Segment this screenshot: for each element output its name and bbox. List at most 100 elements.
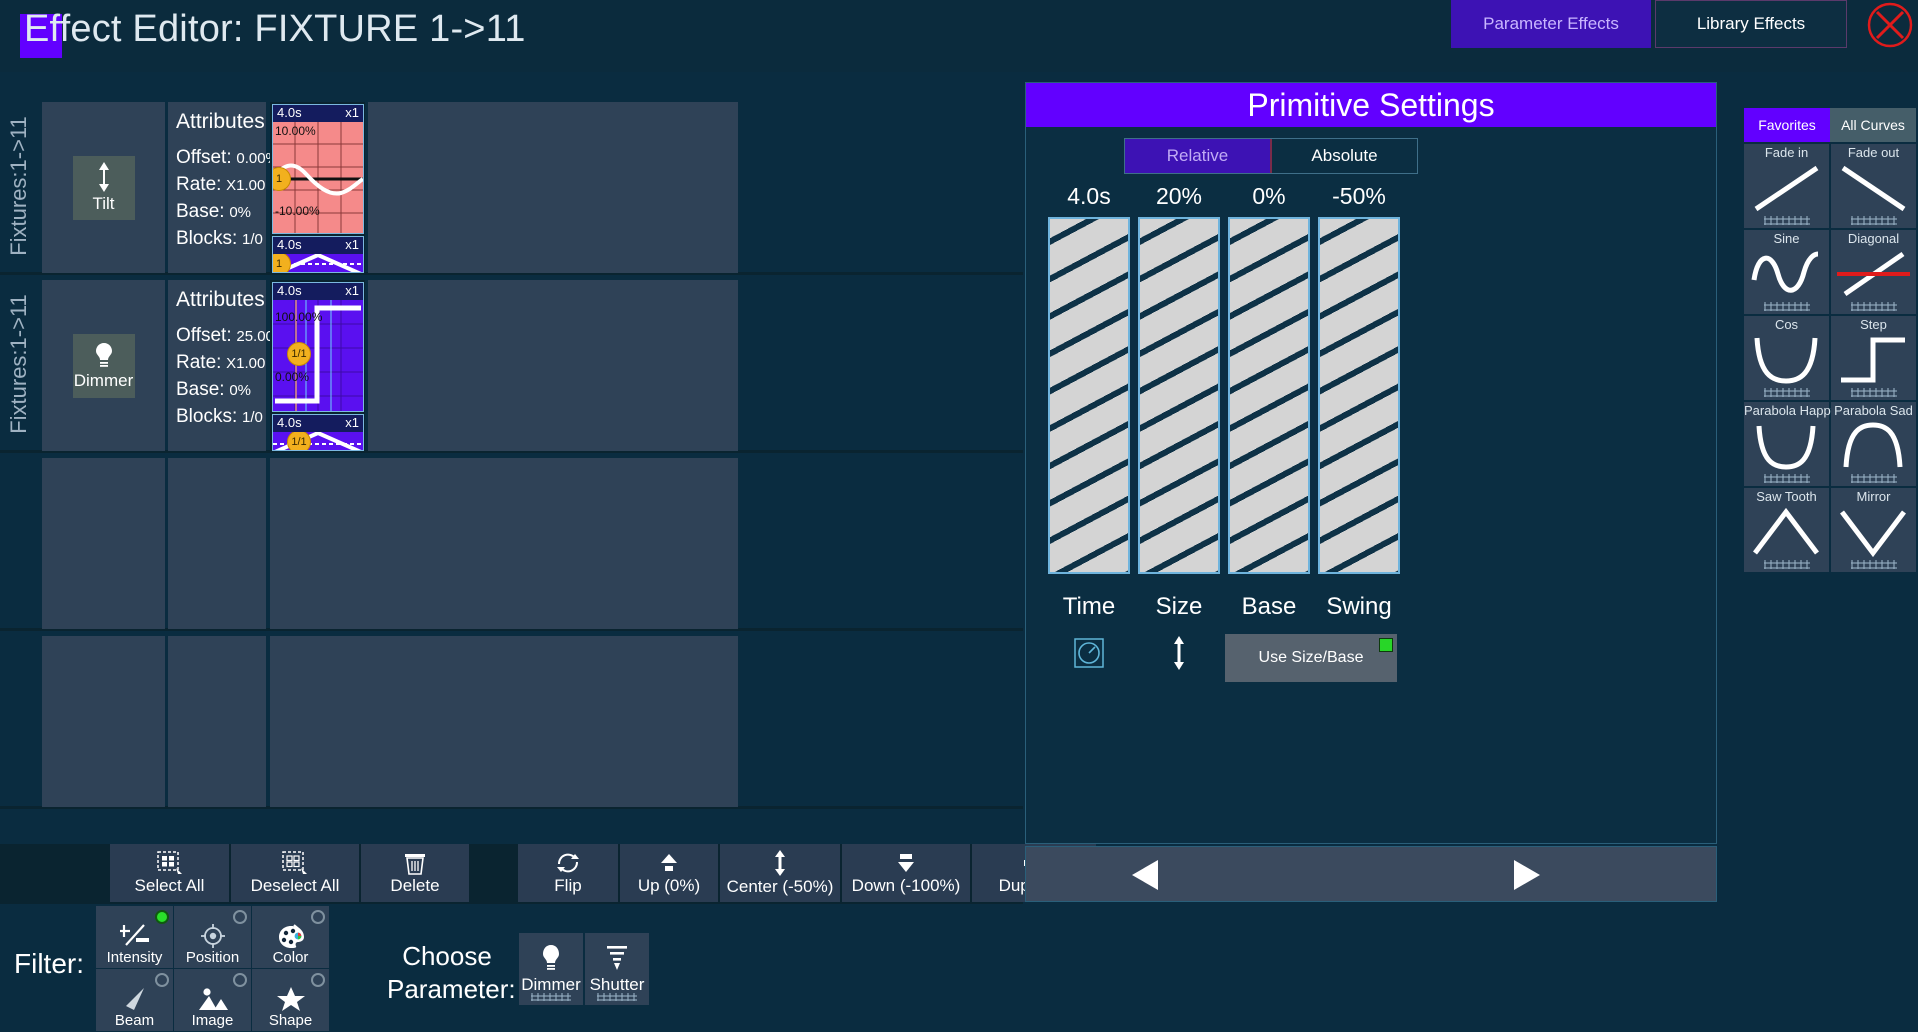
flip-button[interactable]: Flip [518,844,618,902]
select-all-button[interactable]: Select All [110,844,229,902]
waveform-marker[interactable]: 1 [273,254,291,272]
empty-attribute-cell[interactable] [42,458,165,629]
parabola-happy-curve-icon [1756,425,1816,470]
filter-button-position[interactable]: Position [174,906,251,968]
drag-grip[interactable] [1850,388,1897,397]
effect-canvas-cell[interactable] [368,102,738,273]
attributes-panel[interactable]: Attributes Offset: 25.00% Rate: X1.00 Ba… [168,280,287,451]
tab-parameter-effects[interactable]: Parameter Effects [1451,0,1651,48]
table-row[interactable] [0,634,1023,809]
filter-button-beam[interactable]: Beam [96,969,173,1031]
drag-grip[interactable] [531,993,571,1001]
attribute-cell-dimmer[interactable]: Dimmer [42,280,165,451]
filter-button-color[interactable]: Color [252,906,329,968]
waveform-marker[interactable]: 1/1 [287,342,311,366]
curve-label: Diagonal [1847,231,1900,246]
mode-absolute-button[interactable]: Absolute [1272,139,1417,173]
table-row[interactable] [0,456,1023,631]
center-button[interactable]: Center (-50%) [720,844,840,902]
waveform-thumbnail-secondary[interactable]: 4.0s x1 1 [272,236,364,273]
drag-grip[interactable] [1763,216,1810,225]
empty-canvas-cell[interactable] [270,636,738,807]
curve-item-saw-tooth[interactable]: Saw Tooth [1744,488,1829,572]
beam-icon [125,988,144,1010]
curve-item-diagonal[interactable]: Diagonal [1831,230,1916,314]
slider-icon-time[interactable] [1044,633,1134,673]
use-size-base-button[interactable]: Use Size/Base [1225,634,1397,682]
table-row[interactable]: Fixtures:1->11 Tilt Attributes Offset: 0… [0,100,1023,275]
filter-button-shape[interactable]: Shape [252,969,329,1031]
attribute-label: Tilt [92,193,115,213]
empty-attribute-cell[interactable] [42,636,165,807]
slider-base[interactable] [1228,217,1310,574]
drag-grip[interactable] [597,993,637,1001]
table-row[interactable]: Fixtures:1->11 Dimmer Attributes Offset:… [0,278,1023,453]
empty-attributes-cell[interactable] [168,636,266,807]
curve-item-sine[interactable]: Sine [1744,230,1829,314]
waveform-cell[interactable]: 4.0s x1 10.00% -10.00% 1 4.0s x1 1 [270,102,365,273]
drag-grip[interactable] [1850,474,1897,483]
curve-item-parabola-sad[interactable]: Parabola Sad [1831,402,1916,486]
empty-attributes-cell[interactable] [168,458,266,629]
next-page-button[interactable] [1481,855,1571,895]
close-button[interactable] [1862,0,1918,53]
parameter-button-dimmer[interactable]: Dimmer [519,933,583,1005]
waveform-cell[interactable]: 4.0s x1 100.00% 0.00% 1/1 4.0s x1 1/1 [270,280,365,451]
status-led [155,910,169,924]
slider-time[interactable] [1048,217,1130,574]
deselect-all-button[interactable]: Deselect All [231,844,359,902]
drag-grip[interactable] [1763,474,1810,483]
filter-button-image[interactable]: Image [174,969,251,1031]
attributes-header: Attributes [176,288,265,311]
previous-page-button[interactable] [1101,855,1191,895]
rate-row: Rate: X1.00 [176,350,265,377]
attribute-button-dimmer[interactable]: Dimmer [72,333,135,398]
curve-list: Fade in Fade out Sine Diagonal Cos Step … [1744,144,1916,572]
mode-relative-button[interactable]: Relative [1125,139,1272,173]
step-curve-icon [1841,337,1905,383]
curve-item-step[interactable]: Step [1831,316,1916,400]
curve-item-mirror[interactable]: Mirror [1831,488,1916,572]
curve-item-cos[interactable]: Cos [1744,316,1829,400]
waveform-marker[interactable]: 1/1 [287,432,311,450]
drag-grip[interactable] [1850,302,1897,311]
page-title: Effect Editor: FIXTURE 1->11 [24,8,526,50]
waveform-thumbnail-primary[interactable]: 4.0s x1 10.00% -10.00% 1 [272,104,364,234]
drag-grip[interactable] [1850,560,1897,569]
status-led [233,973,247,987]
tab-library-effects[interactable]: Library Effects [1655,0,1847,48]
drag-grip[interactable] [1763,302,1810,311]
curve-item-fade-out[interactable]: Fade out [1831,144,1916,228]
down-button[interactable]: Down (-100%) [842,844,970,902]
slider-size[interactable] [1138,217,1220,574]
tab-all-curves[interactable]: All Curves [1830,108,1916,142]
parameter-button-shutter[interactable]: Shutter [585,933,649,1005]
down-icon [898,853,914,872]
waveform-thumbnail-primary[interactable]: 4.0s x1 100.00% 0.00% 1/1 [272,282,364,412]
attribute-button-tilt[interactable]: Tilt [72,155,135,220]
waveform-time: 4.0s [277,237,302,252]
slider-icon-size[interactable] [1134,633,1224,673]
curve-item-fade-in[interactable]: Fade in [1744,144,1829,228]
waveform-rate: x1 [345,105,359,120]
filter-button-intensity[interactable]: Intensity [96,906,173,968]
effect-grid: Fixtures:1->11 Tilt Attributes Offset: 0… [0,72,1023,844]
drag-grip[interactable] [1763,560,1810,569]
curve-item-parabola-happy[interactable]: Parabola Happy [1744,402,1837,486]
waveform-thumbnail-secondary[interactable]: 4.0s x1 1/1 [272,414,364,451]
empty-canvas-cell[interactable] [270,458,738,629]
drag-grip[interactable] [1850,216,1897,225]
drag-grip[interactable] [1763,388,1810,397]
slider-hatch-fill [1320,219,1398,572]
attributes-panel[interactable]: Attributes Offset: 0.00% Rate: X1.00 Bas… [168,102,279,273]
fade-in-curve-icon [1754,165,1819,212]
mirror-curve-icon [1840,510,1906,558]
slider-swing[interactable] [1318,217,1400,574]
tab-favorites[interactable]: Favorites [1744,108,1830,142]
attribute-cell-tilt[interactable]: Tilt [42,102,165,273]
delete-button[interactable]: Delete [361,844,469,902]
waveform-header: 4.0s x1 [273,237,363,254]
up-button[interactable]: Up (0%) [620,844,718,902]
curve-label: Step [1860,317,1887,332]
effect-canvas-cell[interactable] [368,280,738,451]
